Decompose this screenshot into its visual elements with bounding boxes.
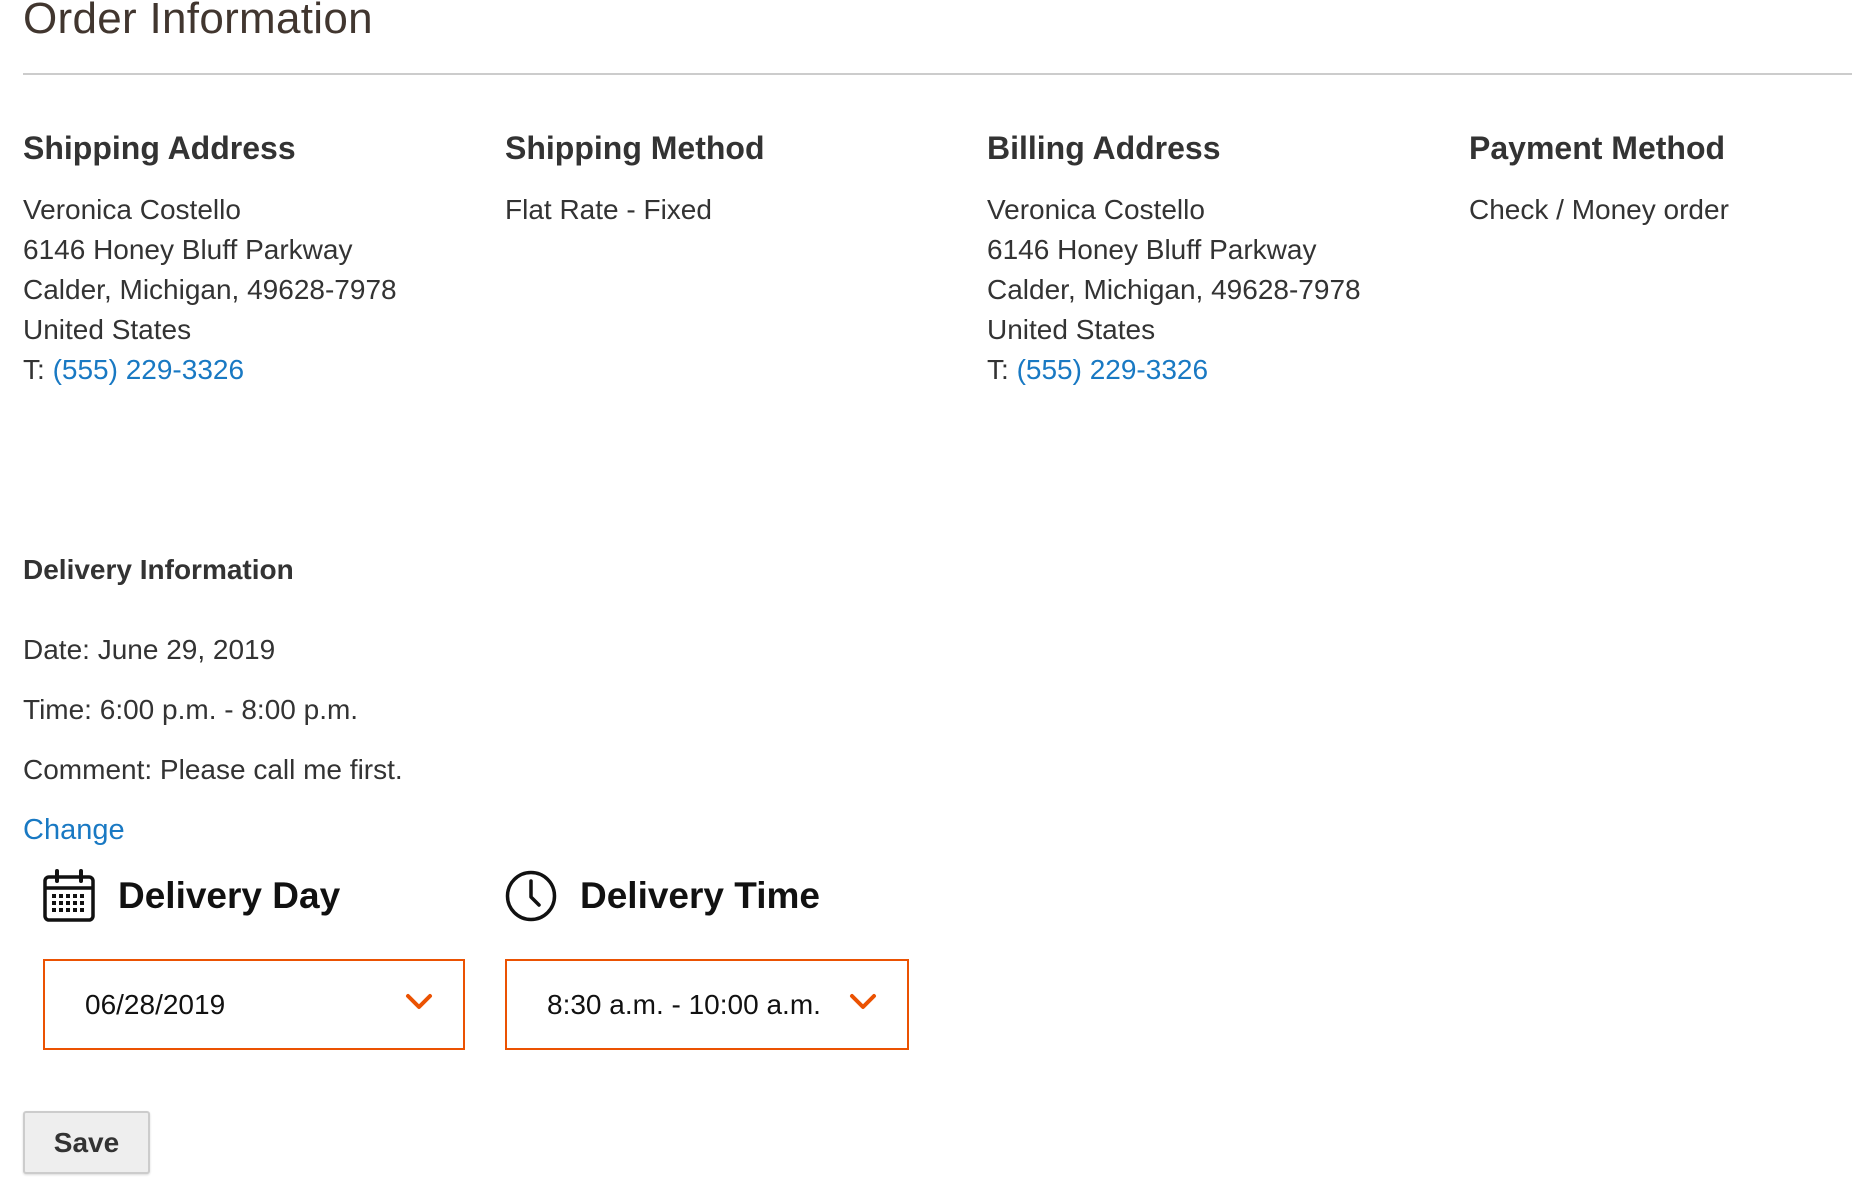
payment-method-value: Check / Money order	[1469, 194, 1729, 225]
billing-phone-line: T: (555) 229-3326	[987, 350, 1447, 390]
shipping-method-value: Flat Rate - Fixed	[505, 194, 712, 225]
billing-street: 6146 Honey Bluff Parkway	[987, 234, 1317, 265]
delivery-comment-line: Comment: Please call me first.	[23, 754, 403, 785]
save-button[interactable]: Save	[23, 1111, 150, 1174]
delivery-time-value: 8:30 a.m. - 10:00 a.m.	[547, 988, 821, 1020]
shipping-phone-line: T: (555) 229-3326	[23, 350, 483, 390]
title-divider	[23, 73, 1852, 75]
delivery-time-label: Delivery Time	[580, 875, 820, 916]
delivery-information-heading: Delivery Information	[23, 554, 294, 585]
calendar-icon	[42, 869, 96, 923]
billing-city-line: Calder, Michigan, 49628-7978	[987, 274, 1361, 305]
shipping-method-heading: Shipping Method	[505, 130, 765, 166]
page-title: Order Information	[23, 0, 373, 43]
shipping-country: United States	[23, 314, 192, 345]
change-link[interactable]: Change	[23, 810, 125, 850]
shipping-street: 6146 Honey Bluff Parkway	[23, 234, 353, 265]
delivery-day-value: 06/28/2019	[85, 988, 226, 1020]
billing-address-section: Billing Address Veronica Costello 6146 H…	[987, 128, 1447, 390]
delivery-day-label: Delivery Day	[118, 875, 341, 916]
chevron-down-icon	[405, 993, 433, 1016]
order-information-page: Order Information Shipping Address Veron…	[0, 0, 1852, 1200]
delivery-day-header: Delivery Day	[42, 868, 340, 924]
delivery-date-line: Date: June 29, 2019	[23, 634, 276, 665]
shipping-address-heading: Shipping Address	[23, 130, 296, 166]
chevron-down-icon	[849, 993, 877, 1016]
billing-address-heading: Billing Address	[987, 130, 1221, 166]
clock-icon	[504, 869, 558, 923]
delivery-day-select[interactable]: 06/28/2019	[43, 959, 465, 1050]
billing-phone-prefix: T:	[987, 354, 1017, 385]
billing-phone-link[interactable]: (555) 229-3326	[1017, 354, 1208, 385]
billing-name: Veronica Costello	[987, 194, 1205, 225]
shipping-name: Veronica Costello	[23, 194, 241, 225]
shipping-phone-link[interactable]: (555) 229-3326	[53, 354, 244, 385]
shipping-method-section: Shipping Method Flat Rate - Fixed	[505, 128, 965, 230]
shipping-address-section: Shipping Address Veronica Costello 6146 …	[23, 128, 483, 390]
payment-method-section: Payment Method Check / Money order	[1469, 128, 1852, 230]
shipping-phone-prefix: T:	[23, 354, 53, 385]
payment-method-heading: Payment Method	[1469, 130, 1726, 166]
shipping-city-line: Calder, Michigan, 49628-7978	[23, 274, 397, 305]
billing-country: United States	[987, 314, 1156, 345]
delivery-time-header: Delivery Time	[504, 868, 820, 924]
delivery-time-line: Time: 6:00 p.m. - 8:00 p.m.	[23, 694, 359, 725]
delivery-time-select[interactable]: 8:30 a.m. - 10:00 a.m.	[505, 959, 909, 1050]
